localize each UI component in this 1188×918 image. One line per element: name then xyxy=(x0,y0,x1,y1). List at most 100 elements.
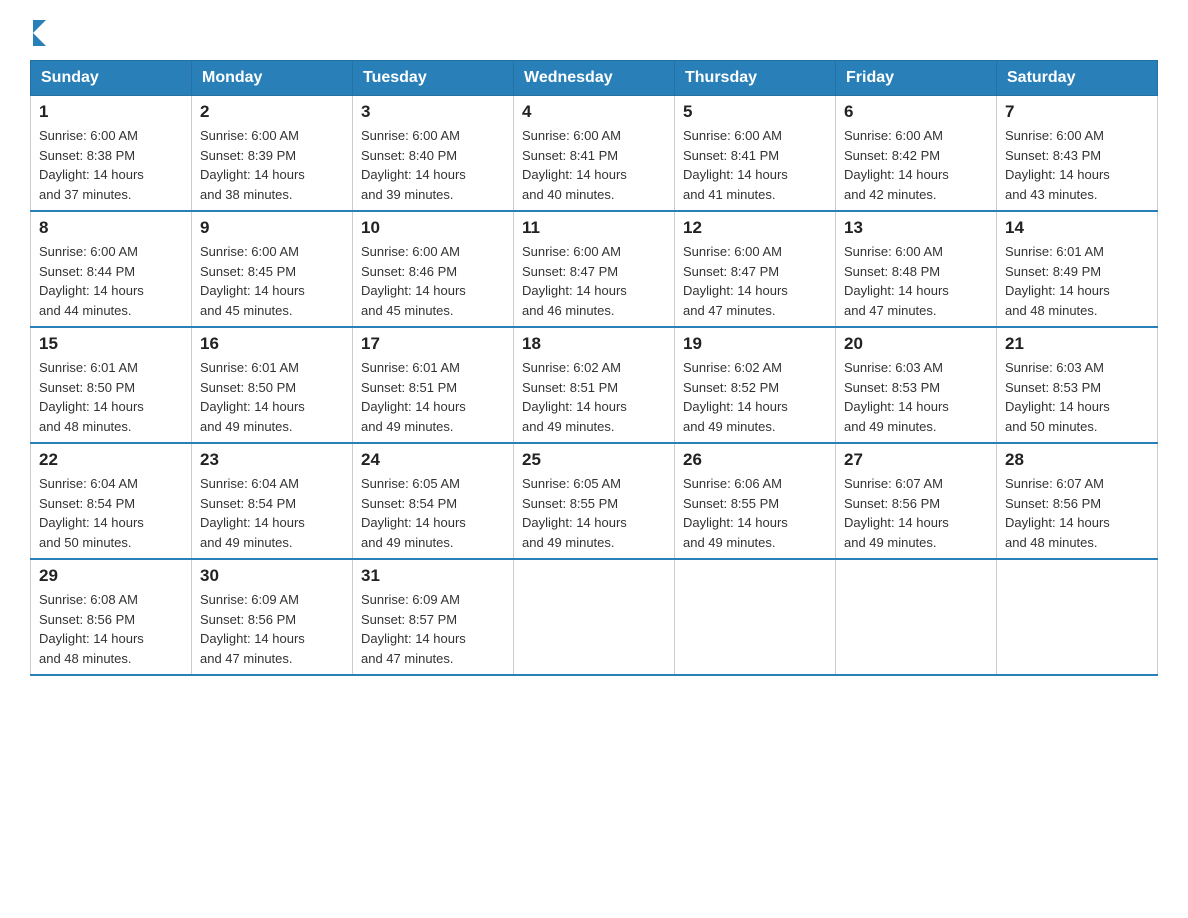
calendar-cell: 8 Sunrise: 6:00 AMSunset: 8:44 PMDaylight… xyxy=(31,211,192,327)
day-info: Sunrise: 6:07 AMSunset: 8:56 PMDaylight:… xyxy=(1005,474,1149,552)
day-number: 20 xyxy=(844,334,988,354)
day-info: Sunrise: 6:09 AMSunset: 8:56 PMDaylight:… xyxy=(200,590,344,668)
day-number: 13 xyxy=(844,218,988,238)
day-number: 5 xyxy=(683,102,827,122)
calendar-body: 1 Sunrise: 6:00 AMSunset: 8:38 PMDaylight… xyxy=(31,96,1158,676)
calendar-table: SundayMondayTuesdayWednesdayThursdayFrid… xyxy=(30,60,1158,676)
calendar-cell: 3Sunrise: 6:00 AMSunset: 8:40 PMDaylight… xyxy=(353,96,514,212)
day-info: Sunrise: 6:03 AMSunset: 8:53 PMDaylight:… xyxy=(844,358,988,436)
calendar-cell: 17 Sunrise: 6:01 AMSunset: 8:51 PMDayligh… xyxy=(353,327,514,443)
calendar-cell xyxy=(836,559,997,675)
calendar-week-row: 22 Sunrise: 6:04 AMSunset: 8:54 PMDayligh… xyxy=(31,443,1158,559)
day-number: 16 xyxy=(200,334,344,354)
calendar-header: SundayMondayTuesdayWednesdayThursdayFrid… xyxy=(31,61,1158,96)
day-info: Sunrise: 6:06 AMSunset: 8:55 PMDaylight:… xyxy=(683,474,827,552)
calendar-cell: 30 Sunrise: 6:09 AMSunset: 8:56 PMDayligh… xyxy=(192,559,353,675)
calendar-cell: 6 Sunrise: 6:00 AMSunset: 8:42 PMDaylight… xyxy=(836,96,997,212)
calendar-cell xyxy=(514,559,675,675)
day-info: Sunrise: 6:00 AMSunset: 8:40 PMDaylight:… xyxy=(361,126,505,204)
header-cell-wednesday: Wednesday xyxy=(514,61,675,96)
calendar-cell: 15Sunrise: 6:01 AMSunset: 8:50 PMDayligh… xyxy=(31,327,192,443)
calendar-cell: 10Sunrise: 6:00 AMSunset: 8:46 PMDayligh… xyxy=(353,211,514,327)
calendar-cell: 14Sunrise: 6:01 AMSunset: 8:49 PMDayligh… xyxy=(997,211,1158,327)
header-cell-thursday: Thursday xyxy=(675,61,836,96)
calendar-cell: 22 Sunrise: 6:04 AMSunset: 8:54 PMDayligh… xyxy=(31,443,192,559)
calendar-cell: 23 Sunrise: 6:04 AMSunset: 8:54 PMDayligh… xyxy=(192,443,353,559)
day-number: 17 xyxy=(361,334,505,354)
day-info: Sunrise: 6:02 AMSunset: 8:51 PMDaylight:… xyxy=(522,358,666,436)
calendar-cell: 13 Sunrise: 6:00 AMSunset: 8:48 PMDayligh… xyxy=(836,211,997,327)
day-info: Sunrise: 6:04 AMSunset: 8:54 PMDaylight:… xyxy=(200,474,344,552)
day-info: Sunrise: 6:00 AMSunset: 8:42 PMDaylight:… xyxy=(844,126,988,204)
day-number: 1 xyxy=(39,102,183,122)
day-number: 9 xyxy=(200,218,344,238)
calendar-cell: 12 Sunrise: 6:00 AMSunset: 8:47 PMDayligh… xyxy=(675,211,836,327)
calendar-cell: 16 Sunrise: 6:01 AMSunset: 8:50 PMDayligh… xyxy=(192,327,353,443)
calendar-cell: 27Sunrise: 6:07 AMSunset: 8:56 PMDayligh… xyxy=(836,443,997,559)
day-info: Sunrise: 6:05 AMSunset: 8:55 PMDaylight:… xyxy=(522,474,666,552)
calendar-cell: 25 Sunrise: 6:05 AMSunset: 8:55 PMDayligh… xyxy=(514,443,675,559)
day-number: 18 xyxy=(522,334,666,354)
calendar-cell: 24Sunrise: 6:05 AMSunset: 8:54 PMDayligh… xyxy=(353,443,514,559)
day-info: Sunrise: 6:01 AMSunset: 8:50 PMDaylight:… xyxy=(200,358,344,436)
calendar-cell: 20 Sunrise: 6:03 AMSunset: 8:53 PMDayligh… xyxy=(836,327,997,443)
calendar-cell: 19 Sunrise: 6:02 AMSunset: 8:52 PMDayligh… xyxy=(675,327,836,443)
day-number: 30 xyxy=(200,566,344,586)
day-info: Sunrise: 6:02 AMSunset: 8:52 PMDaylight:… xyxy=(683,358,827,436)
calendar-cell xyxy=(997,559,1158,675)
calendar-cell: 2 Sunrise: 6:00 AMSunset: 8:39 PMDaylight… xyxy=(192,96,353,212)
day-number: 19 xyxy=(683,334,827,354)
day-number: 15 xyxy=(39,334,183,354)
day-info: Sunrise: 6:09 AMSunset: 8:57 PMDaylight:… xyxy=(361,590,505,668)
day-info: Sunrise: 6:00 AMSunset: 8:47 PMDaylight:… xyxy=(683,242,827,320)
day-info: Sunrise: 6:04 AMSunset: 8:54 PMDaylight:… xyxy=(39,474,183,552)
day-info: Sunrise: 6:00 AMSunset: 8:38 PMDaylight:… xyxy=(39,126,183,204)
day-number: 27 xyxy=(844,450,988,470)
day-info: Sunrise: 6:01 AMSunset: 8:51 PMDaylight:… xyxy=(361,358,505,436)
day-info: Sunrise: 6:00 AMSunset: 8:46 PMDaylight:… xyxy=(361,242,505,320)
calendar-week-row: 15 Sunrise: 6:01 AMSunset: 8:50 PMDayligh… xyxy=(31,327,1158,443)
header-cell-sunday: Sunday xyxy=(31,61,192,96)
calendar-week-row: 1 Sunrise: 6:00 AMSunset: 8:38 PMDaylight… xyxy=(31,96,1158,212)
day-info: Sunrise: 6:00 AMSunset: 8:43 PMDaylight:… xyxy=(1005,126,1149,204)
day-number: 12 xyxy=(683,218,827,238)
header-cell-saturday: Saturday xyxy=(997,61,1158,96)
header-cell-friday: Friday xyxy=(836,61,997,96)
calendar-cell: 11 Sunrise: 6:00 AMSunset: 8:47 PMDayligh… xyxy=(514,211,675,327)
day-number: 21 xyxy=(1005,334,1149,354)
day-number: 7 xyxy=(1005,102,1149,122)
calendar-cell: 7 Sunrise: 6:00 AMSunset: 8:43 PMDaylight… xyxy=(997,96,1158,212)
day-number: 25 xyxy=(522,450,666,470)
day-info: Sunrise: 6:00 AMSunset: 8:41 PMDaylight:… xyxy=(683,126,827,204)
page-header xyxy=(30,20,1158,44)
calendar-cell: 26Sunrise: 6:06 AMSunset: 8:55 PMDayligh… xyxy=(675,443,836,559)
calendar-cell xyxy=(675,559,836,675)
day-info: Sunrise: 6:08 AMSunset: 8:56 PMDaylight:… xyxy=(39,590,183,668)
day-number: 11 xyxy=(522,218,666,238)
day-info: Sunrise: 6:00 AMSunset: 8:41 PMDaylight:… xyxy=(522,126,666,204)
header-cell-monday: Monday xyxy=(192,61,353,96)
day-number: 28 xyxy=(1005,450,1149,470)
day-info: Sunrise: 6:00 AMSunset: 8:47 PMDaylight:… xyxy=(522,242,666,320)
day-info: Sunrise: 6:00 AMSunset: 8:48 PMDaylight:… xyxy=(844,242,988,320)
calendar-cell: 1 Sunrise: 6:00 AMSunset: 8:38 PMDaylight… xyxy=(31,96,192,212)
header-row: SundayMondayTuesdayWednesdayThursdayFrid… xyxy=(31,61,1158,96)
day-number: 22 xyxy=(39,450,183,470)
calendar-cell: 4 Sunrise: 6:00 AMSunset: 8:41 PMDaylight… xyxy=(514,96,675,212)
header-cell-tuesday: Tuesday xyxy=(353,61,514,96)
day-number: 6 xyxy=(844,102,988,122)
calendar-cell: 31Sunrise: 6:09 AMSunset: 8:57 PMDayligh… xyxy=(353,559,514,675)
calendar-week-row: 29 Sunrise: 6:08 AMSunset: 8:56 PMDayligh… xyxy=(31,559,1158,675)
day-number: 24 xyxy=(361,450,505,470)
day-number: 23 xyxy=(200,450,344,470)
calendar-cell: 5 Sunrise: 6:00 AMSunset: 8:41 PMDaylight… xyxy=(675,96,836,212)
calendar-week-row: 8 Sunrise: 6:00 AMSunset: 8:44 PMDaylight… xyxy=(31,211,1158,327)
day-info: Sunrise: 6:00 AMSunset: 8:39 PMDaylight:… xyxy=(200,126,344,204)
day-number: 8 xyxy=(39,218,183,238)
day-number: 2 xyxy=(200,102,344,122)
day-number: 29 xyxy=(39,566,183,586)
calendar-cell: 21Sunrise: 6:03 AMSunset: 8:53 PMDayligh… xyxy=(997,327,1158,443)
day-info: Sunrise: 6:00 AMSunset: 8:44 PMDaylight:… xyxy=(39,242,183,320)
day-number: 4 xyxy=(522,102,666,122)
calendar-cell: 29 Sunrise: 6:08 AMSunset: 8:56 PMDayligh… xyxy=(31,559,192,675)
